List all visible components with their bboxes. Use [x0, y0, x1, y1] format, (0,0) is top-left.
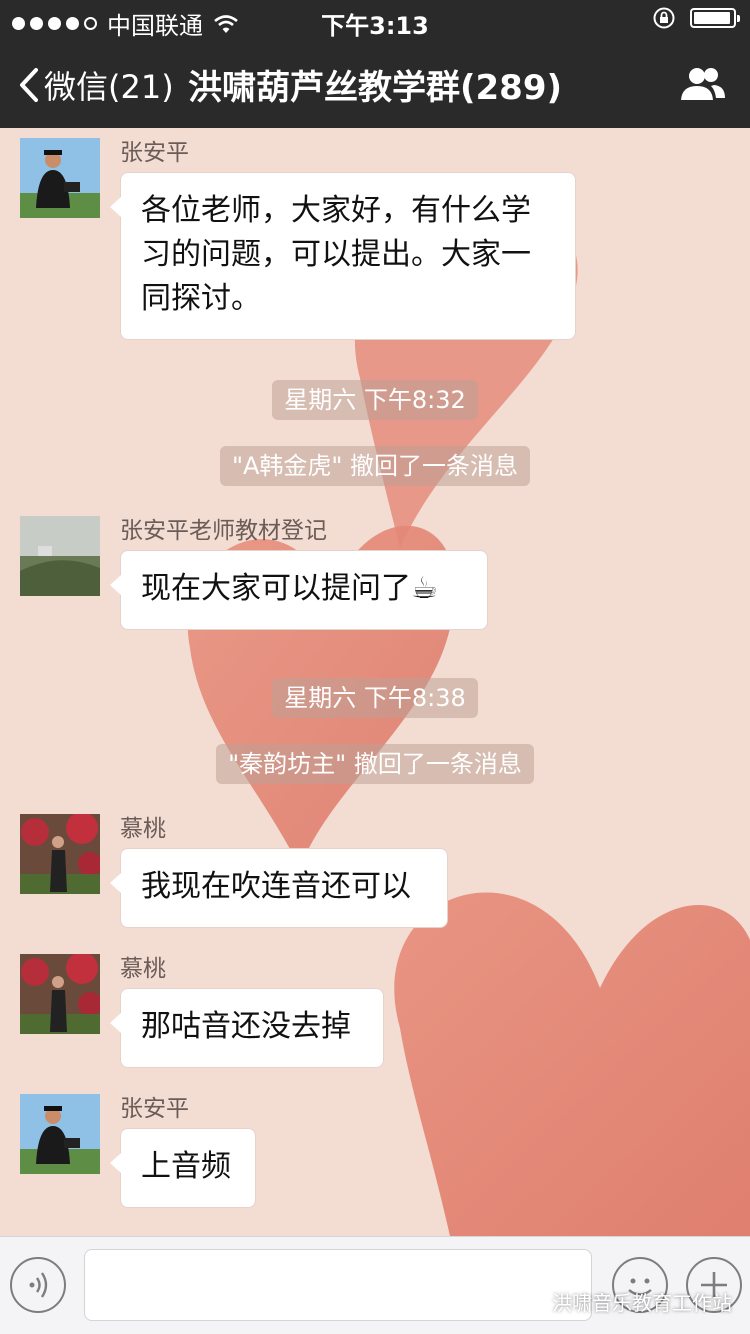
avatar[interactable] — [20, 138, 100, 218]
group-members-icon[interactable] — [678, 64, 728, 104]
battery-icon — [690, 8, 740, 28]
sender-name: 张安平 — [120, 1096, 189, 1122]
clock: 下午3:13 — [321, 12, 429, 40]
recall-notice: "A韩金虎" 撤回了一条消息 — [0, 446, 750, 486]
nav-bar: 微信(21) 洪啸葫芦丝教学群(289) — [0, 40, 750, 128]
timestamp: 星期六 下午8:38 — [0, 678, 750, 718]
recall-notice: "秦韵坊主" 撤回了一条消息 — [0, 744, 750, 784]
page-title: 洪啸葫芦丝教学群(289) — [187, 68, 563, 108]
wechat-logo-icon — [520, 1291, 546, 1312]
message-input[interactable] — [84, 1249, 592, 1321]
voice-button[interactable] — [10, 1257, 66, 1313]
avatar[interactable] — [20, 814, 100, 894]
sender-name: 慕桃 — [120, 956, 166, 982]
message-row: 慕桃 我现在吹连音还可以 — [20, 814, 448, 928]
sender-name: 慕桃 — [120, 816, 166, 842]
message-row: 张安平 上音频 — [20, 1094, 256, 1208]
status-bar: 中国联通 下午3:13 — [0, 0, 750, 40]
avatar[interactable] — [20, 954, 100, 1034]
chat-area[interactable]: 张安平 各位老师，大家好，有什么学习的问题，可以提出。大家一同探讨。 星期六 下… — [0, 128, 750, 1236]
message-row: 张安平老师教材登记 现在大家可以提问了☕ — [20, 516, 488, 630]
sender-name: 张安平 — [120, 140, 189, 166]
voice-icon — [29, 1272, 48, 1298]
rotation-lock-icon — [653, 7, 675, 29]
recall-notice-text: "A韩金虎" 撤回了一条消息 — [219, 446, 531, 486]
avatar[interactable] — [20, 516, 100, 596]
sender-name: 张安平老师教材登记 — [120, 518, 327, 544]
message-row: 慕桃 那咕音还没去掉 — [20, 954, 384, 1068]
watermark-text: 洪啸音乐教育工作站 — [552, 1291, 732, 1315]
message-bubble[interactable]: 现在大家可以提问了☕ — [110, 550, 488, 630]
message-bubble[interactable]: 各位老师，大家好，有什么学习的问题，可以提出。大家一同探讨。 — [110, 172, 576, 340]
avatar[interactable] — [20, 1094, 100, 1174]
timestamp-text: 星期六 下午8:32 — [272, 380, 478, 420]
message-bubble[interactable]: 上音频 — [110, 1128, 256, 1208]
message-bubble[interactable]: 那咕音还没去掉 — [110, 988, 384, 1068]
timestamp: 星期六 下午8:32 — [0, 380, 750, 420]
message-row: 张安平 各位老师，大家好，有什么学习的问题，可以提出。大家一同探讨。 — [20, 138, 576, 340]
watermark: 洪啸音乐教育工作站 — [520, 1287, 732, 1316]
timestamp-text: 星期六 下午8:38 — [272, 678, 478, 718]
message-bubble[interactable]: 我现在吹连音还可以 — [110, 848, 448, 928]
recall-notice-text: "秦韵坊主" 撤回了一条消息 — [216, 744, 534, 784]
input-toolbar: 洪啸音乐教育工作站 — [0, 1236, 750, 1334]
